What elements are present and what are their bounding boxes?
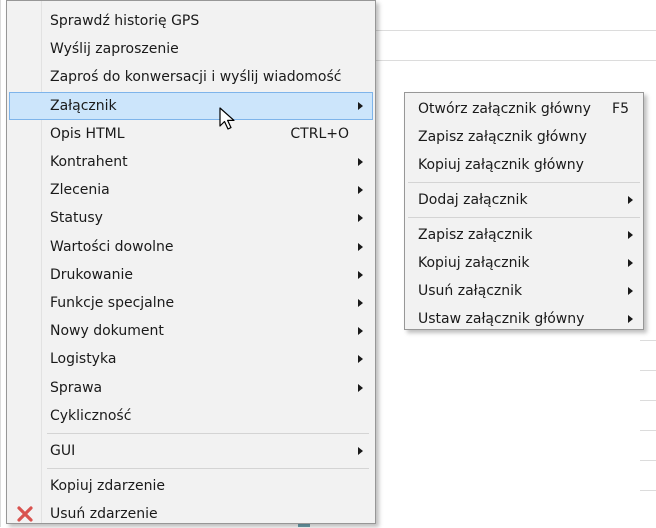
menu-item-label: Załącznik: [50, 97, 117, 114]
menu-item-delete-event[interactable]: Usuń zdarzenie: [7, 500, 375, 528]
submenu-arrow-icon: [358, 270, 363, 279]
menu-separator: [408, 182, 640, 183]
submenu-arrow-icon: [358, 383, 363, 392]
background-grid-line: [640, 490, 656, 491]
menu-separator: [47, 468, 369, 469]
menu-item-label: Zapisz załącznik główny: [418, 129, 587, 145]
menu-item-label: Kopiuj załącznik: [418, 255, 530, 271]
menu-item-label: Sprawdź historię GPS: [50, 13, 200, 30]
submenu-arrow-icon: [358, 101, 363, 110]
menu-item-special-functions[interactable]: Funkcje specjalne: [7, 289, 375, 317]
menu-item-contractor[interactable]: Kontrahent: [7, 148, 375, 176]
background-grid-line: [640, 340, 656, 341]
submenu-item-delete-attachment[interactable]: Usuń załącznik: [405, 277, 643, 305]
background-grid-line: [640, 400, 656, 401]
submenu-item-add-attachment[interactable]: Dodaj załącznik: [405, 186, 643, 214]
menu-item-label: Cykliczność: [50, 407, 132, 424]
menu-separator: [47, 432, 369, 434]
submenu-arrow-icon: [358, 446, 363, 455]
submenu-arrow-icon: [628, 287, 633, 295]
submenu-arrow-icon: [358, 327, 363, 336]
submenu-arrow-icon: [358, 158, 363, 167]
menu-item-label: Usuń załącznik: [418, 283, 523, 299]
context-menu: Sprawdź historię GPS Wyślij zaproszenie …: [6, 0, 376, 524]
menu-item-label: Wyślij zaproszenie: [50, 41, 179, 58]
background-edge: [0, 0, 1, 527]
submenu-arrow-icon: [358, 298, 363, 307]
menu-item-logistics[interactable]: Logistyka: [7, 345, 375, 373]
menu-item-label: GUI: [50, 442, 76, 459]
menu-item-check-gps-history[interactable]: Sprawdź historię GPS: [7, 7, 375, 35]
menu-item-label: Wartości dowolne: [50, 238, 174, 255]
menu-item-label: Kopiuj załącznik główny: [418, 157, 584, 173]
submenu-arrow-icon: [628, 259, 633, 267]
menu-item-invite-to-conversation[interactable]: Zaproś do konwersacji i wyślij wiadomość: [7, 63, 375, 91]
submenu-arrow-icon: [628, 196, 633, 204]
menu-item-custom-values[interactable]: Wartości dowolne: [7, 233, 375, 261]
submenu-arrow-icon: [628, 315, 633, 323]
menu-item-gui[interactable]: GUI: [7, 437, 375, 465]
menu-item-label: Kopiuj zdarzenie: [50, 478, 165, 495]
submenu-arrow-icon: [358, 242, 363, 251]
menu-item-new-document[interactable]: Nowy dokument: [7, 317, 375, 345]
menu-item-label: Zaproś do konwersacji i wyślij wiadomość: [50, 69, 342, 86]
menu-item-label: Funkcje specjalne: [50, 294, 175, 311]
delete-x-icon: [17, 506, 33, 522]
menu-item-statuses[interactable]: Statusy: [7, 204, 375, 232]
mouse-cursor-icon: [219, 107, 235, 130]
menu-item-label: Zapisz załącznik: [418, 227, 533, 243]
menu-item-send-invitation[interactable]: Wyślij zaproszenie: [7, 35, 375, 63]
menu-item-shortcut: F5: [612, 101, 629, 117]
menu-item-printing[interactable]: Drukowanie: [7, 261, 375, 289]
submenu-arrow-icon: [358, 355, 363, 364]
menu-item-case[interactable]: Sprawa: [7, 373, 375, 401]
menu-item-label: Kontrahent: [50, 154, 128, 171]
menu-item-label: Ustaw załącznik główny: [418, 311, 585, 327]
submenu-arrow-icon: [628, 231, 633, 239]
menu-item-label: Otwórz załącznik główny: [418, 101, 591, 117]
menu-item-label: Opis HTML: [50, 125, 125, 142]
menu-item-label: Nowy dokument: [50, 323, 164, 340]
menu-item-label: Dodaj załącznik: [418, 192, 528, 208]
menu-item-attachment[interactable]: Załącznik: [9, 91, 373, 120]
attachment-submenu: Otwórz załącznik główny F5 Zapisz załącz…: [404, 92, 644, 330]
menu-item-label: Usuń zdarzenie: [50, 506, 158, 523]
submenu-item-save-main-attachment[interactable]: Zapisz załącznik główny: [405, 123, 643, 151]
submenu-arrow-icon: [358, 186, 363, 195]
menu-item-copy-event[interactable]: Kopiuj zdarzenie: [7, 472, 375, 500]
menu-item-label: Zlecenia: [50, 182, 110, 199]
menu-item-label: Statusy: [50, 210, 103, 227]
menu-item-orders[interactable]: Zlecenia: [7, 176, 375, 204]
submenu-item-copy-attachment[interactable]: Kopiuj załącznik: [405, 249, 643, 277]
background-grid-line: [640, 370, 656, 371]
menu-item-label: Logistyka: [50, 351, 117, 368]
menu-item-label: Sprawa: [50, 379, 103, 396]
submenu-item-set-main-attachment[interactable]: Ustaw załącznik główny: [405, 305, 643, 333]
menu-item-html-description[interactable]: Opis HTML CTRL+O: [7, 120, 375, 148]
menu-item-recurrence[interactable]: Cykliczność: [7, 402, 375, 430]
submenu-item-open-main-attachment[interactable]: Otwórz załącznik główny F5: [405, 95, 643, 123]
submenu-item-save-attachment[interactable]: Zapisz załącznik: [405, 221, 643, 249]
menu-item-shortcut: CTRL+O: [290, 125, 349, 142]
menu-item-label: Drukowanie: [50, 266, 133, 283]
menu-separator: [408, 217, 640, 218]
submenu-arrow-icon: [358, 214, 363, 223]
submenu-item-copy-main-attachment[interactable]: Kopiuj załącznik główny: [405, 151, 643, 179]
background-grid-line: [640, 460, 656, 461]
background-grid-line: [640, 430, 656, 431]
